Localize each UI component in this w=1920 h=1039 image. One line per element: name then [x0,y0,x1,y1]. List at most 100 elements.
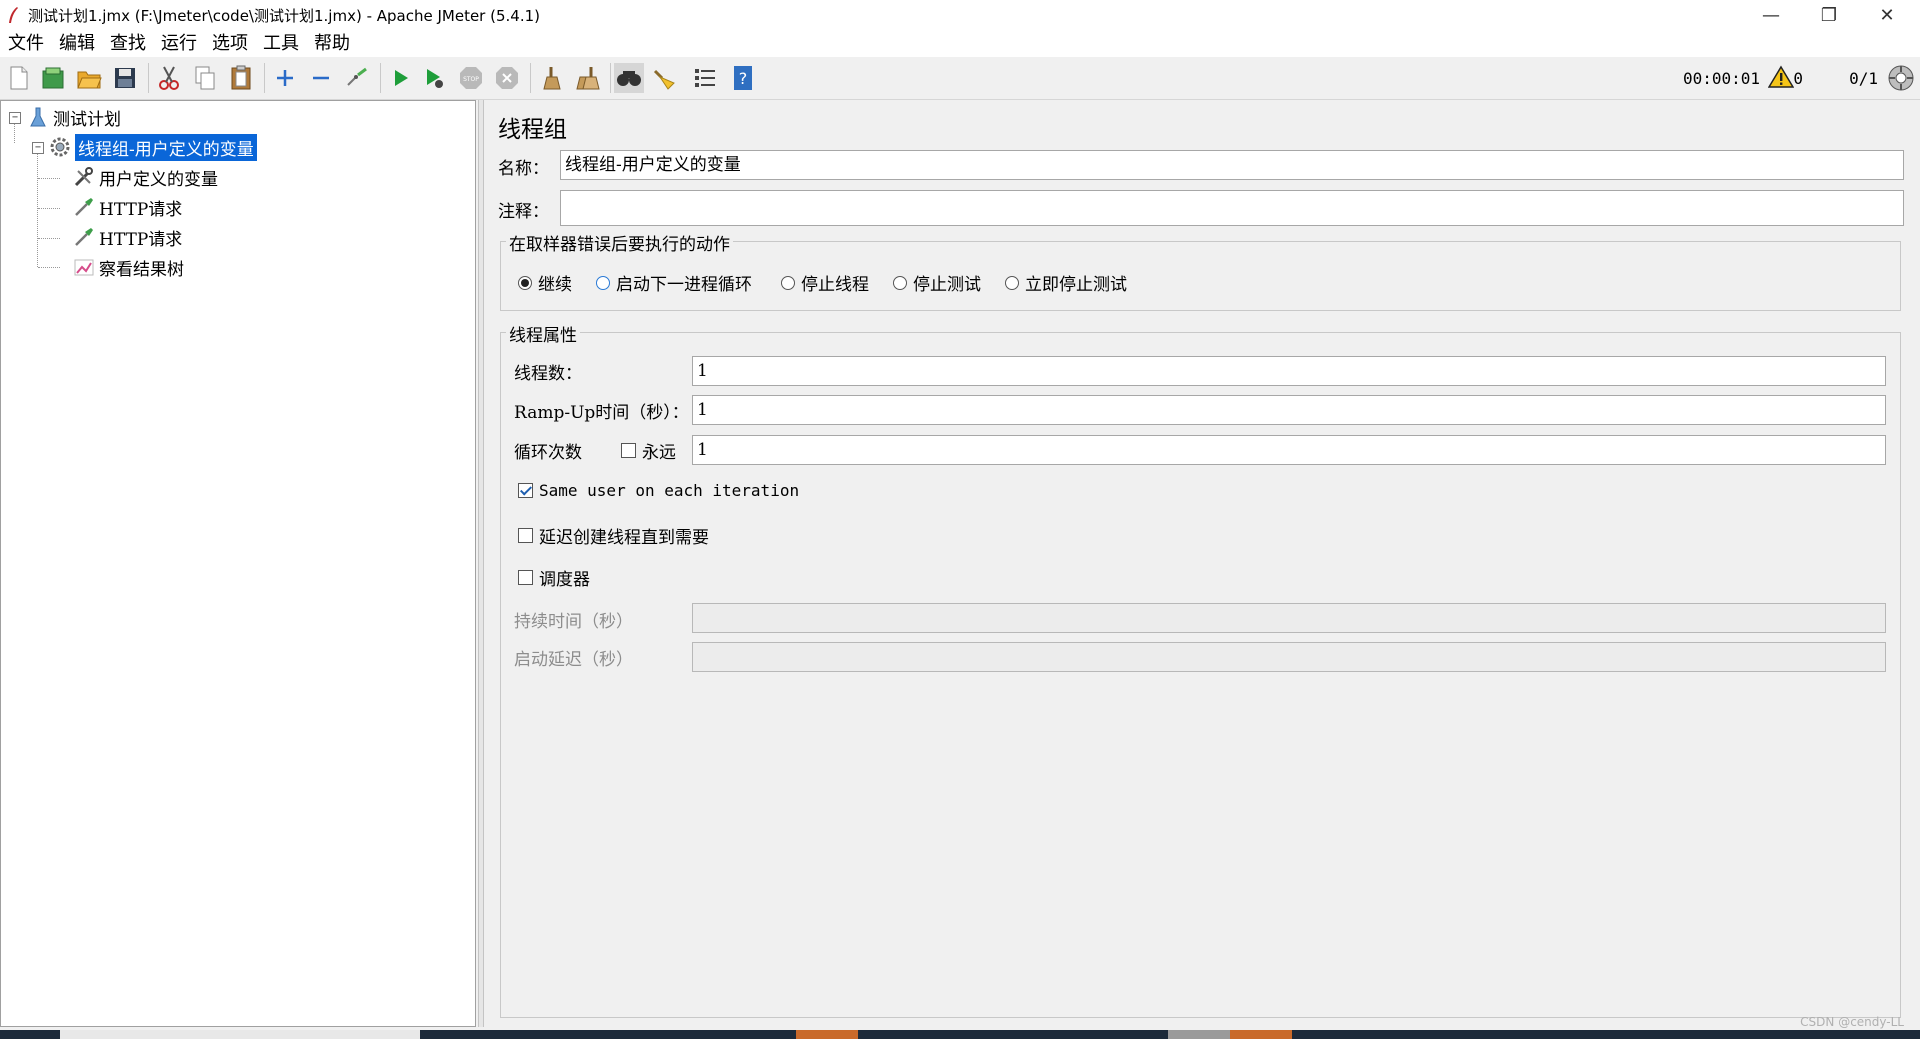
gear-icon [49,136,71,158]
stop-icon[interactable]: STOP [456,63,486,93]
tree-node-user-variables[interactable]: 用户定义的变量 [73,164,218,190]
menu-run[interactable]: 运行 [153,30,204,57]
tree-connector [38,208,60,209]
pipette-icon [73,196,95,218]
warning-icon[interactable] [1768,65,1794,89]
panel-splitter[interactable] [478,100,484,1027]
thread-properties-title: 线程属性 [506,321,580,346]
new-icon[interactable] [4,63,34,93]
paste-icon[interactable] [226,63,256,93]
radio-start-next-loop[interactable]: 启动下一进程循环 [596,270,752,295]
taskbar-strip [0,1030,1920,1039]
threads-field[interactable]: 1 [692,356,1886,386]
start-no-pause-icon[interactable] [420,63,450,93]
rampup-label: Ramp-Up时间（秒）： [514,403,689,423]
delay-thread-creation-option[interactable]: 延迟创建线程直到需要 [518,523,709,548]
radio-stop-test[interactable]: 停止测试 [893,270,981,295]
menu-tools[interactable]: 工具 [255,30,306,57]
shutdown-icon[interactable] [492,63,522,93]
clear-icon[interactable] [536,63,566,93]
tree-label: 用户定义的变量 [99,169,218,190]
radio-button[interactable] [893,275,907,290]
menu-options[interactable]: 选项 [204,30,255,57]
comment-field[interactable] [560,190,1904,226]
collapse-icon[interactable] [306,63,336,93]
minimize-button[interactable]: — [1742,0,1800,30]
menu-file[interactable]: 文件 [0,30,51,57]
scheduler-checkbox[interactable] [518,570,533,585]
rampup-field[interactable]: 1 [692,395,1886,425]
tree-node-test-plan[interactable]: 测试计划 [27,104,121,130]
collapse-toggle[interactable]: − [9,112,21,124]
tree-node-thread-group[interactable]: 线程组-用户定义的变量 [49,133,257,161]
toggle-icon[interactable] [342,63,372,93]
svg-text:STOP: STOP [463,76,479,83]
search-icon[interactable] [614,63,644,93]
radio-button[interactable] [1005,275,1019,290]
expand-icon[interactable] [270,63,300,93]
clear-all-icon[interactable] [572,63,602,93]
menu-edit[interactable]: 编辑 [51,30,102,57]
test-plan-tree: − 测试计划 − 线程组-用户定义的变量 用户定义的变量 HTTP请求 HTTP… [0,100,476,1027]
delay-thread-creation-checkbox[interactable] [518,528,533,543]
forever-checkbox-option[interactable]: 永远 [621,438,676,463]
duration-label: 持续时间（秒） [514,612,633,632]
tree-label: HTTP请求 [99,199,183,220]
forever-checkbox[interactable] [621,443,636,458]
radio-label: 停止测试 [913,275,981,295]
open-icon[interactable] [74,63,104,93]
radio-stop-thread[interactable]: 停止线程 [781,270,869,295]
loop-count-label: 循环次数 [514,443,582,463]
tree-node-view-results-tree[interactable]: 察看结果树 [73,254,184,280]
collapse-toggle[interactable]: − [32,142,44,154]
name-field[interactable]: 线程组-用户定义的变量 [560,150,1904,180]
templates-icon[interactable] [38,63,68,93]
radio-stop-test-now[interactable]: 立即停止测试 [1005,270,1127,295]
radio-continue[interactable]: 继续 [518,270,572,295]
radio-label: 继续 [538,275,572,295]
pipette-icon [73,226,95,248]
window-title: 测试计划1.jmx (F:\Jmeter\code\测试计划1.jmx) - A… [28,6,540,25]
toolbar: STOP ? 00:00:01 0 0/1 [0,57,1920,100]
tree-connector [38,267,60,268]
startup-delay-field [692,642,1886,672]
chart-icon [73,256,95,278]
tree-node-http-request[interactable]: HTTP请求 [73,224,182,250]
tree-node-http-request[interactable]: HTTP请求 [73,194,182,220]
close-button[interactable]: ✕ [1858,0,1916,30]
same-user-checkbox[interactable] [518,483,533,498]
copy-icon[interactable] [190,63,220,93]
watermark: CSDN @cendy-LL [1800,1015,1904,1029]
menu-search[interactable]: 查找 [102,30,153,57]
function-helper-icon[interactable] [690,63,720,93]
tree-label: 察看结果树 [99,259,184,280]
radio-button[interactable] [596,275,610,290]
same-user-option[interactable]: Same user on each iteration [518,481,799,500]
menu-help[interactable]: 帮助 [306,30,357,57]
tree-connector [37,147,38,267]
scheduler-option[interactable]: 调度器 [518,565,590,590]
active-threads-count: 0/1 [1849,69,1878,88]
threads-label: 线程数： [514,364,582,384]
tree-label: HTTP请求 [99,229,183,250]
running-status-icon [1888,65,1914,91]
reset-search-icon[interactable] [650,63,680,93]
error-count: 0 [1793,69,1803,88]
help-icon[interactable]: ? [728,63,758,93]
tree-connector [38,178,60,179]
tree-connector [38,238,60,239]
radio-button[interactable] [518,275,532,290]
radio-button[interactable] [781,275,795,290]
error-action-group-title: 在取样器错误后要执行的动作 [506,230,733,255]
tree-label: 测试计划 [53,109,121,130]
maximize-button[interactable]: ❐ [1800,0,1858,30]
wrench-icon [73,166,95,188]
start-icon[interactable] [386,63,416,93]
cut-icon[interactable] [154,63,184,93]
thread-group-editor: 线程组 名称： 线程组-用户定义的变量 注释： 在取样器错误后要执行的动作 继续… [486,100,1920,1029]
comment-label: 注释： [498,202,549,222]
save-icon[interactable] [110,63,140,93]
loop-count-field[interactable]: 1 [692,435,1886,465]
svg-text:?: ? [739,69,748,88]
delay-thread-creation-label: 延迟创建线程直到需要 [539,528,709,548]
